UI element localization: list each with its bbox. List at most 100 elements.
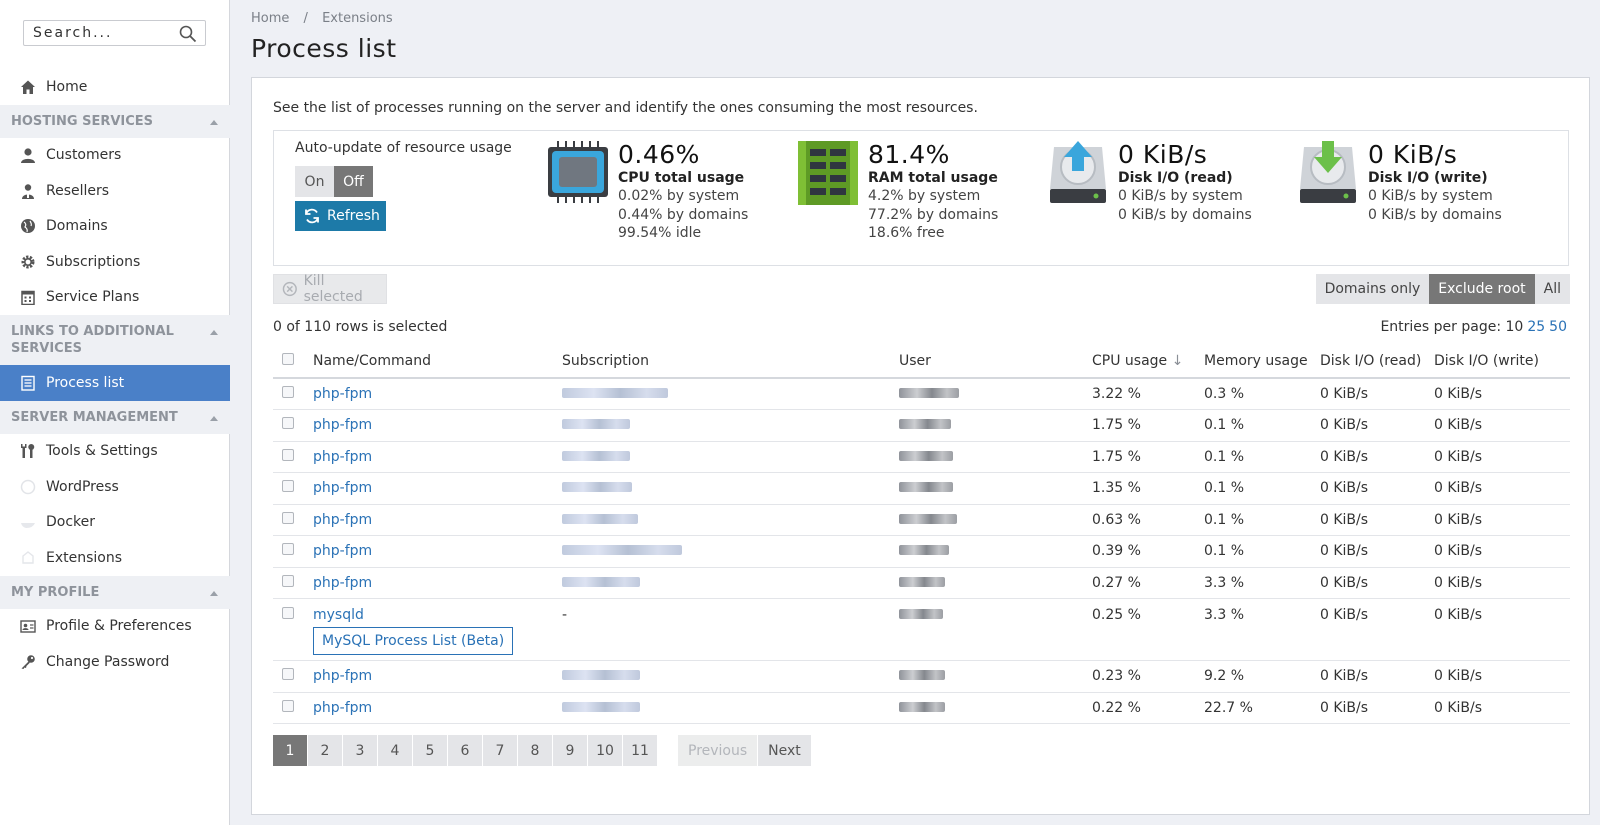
memory-usage: 0.1 %: [1204, 504, 1320, 536]
list-icon: [19, 374, 37, 392]
sidebar-item-profile-preferences[interactable]: Profile & Preferences: [0, 609, 230, 645]
sidebar-item-label: Service Plans: [46, 289, 140, 306]
cpu-value: 0.46%: [618, 140, 700, 169]
cpu-usage: 0.39 %: [1092, 535, 1204, 568]
process-name-link[interactable]: php-fpm: [313, 543, 372, 559]
process-name-link[interactable]: php-fpm: [313, 512, 372, 528]
filter-exclude-root[interactable]: Exclude root: [1429, 274, 1535, 304]
column-disk-read[interactable]: Disk I/O (read): [1320, 344, 1434, 379]
cpu-usage: 0.22 %: [1092, 692, 1204, 724]
sidebar-item-label: Subscriptions: [46, 253, 141, 270]
filter-domains-only[interactable]: Domains only: [1315, 274, 1430, 304]
process-name-link[interactable]: php-fpm: [313, 449, 372, 465]
column-name[interactable]: Name/Command: [313, 344, 562, 379]
table-row: php-fpm 0.39 % 0.1 % 0 KiB/s 0 KiB/s: [273, 535, 1570, 568]
sidebar-item-domains[interactable]: Domains: [0, 209, 230, 245]
collapse-icon[interactable]: [210, 590, 218, 596]
page-button-1[interactable]: 1: [273, 735, 307, 766]
select-all-checkbox[interactable]: [282, 352, 294, 365]
mysql-process-list-button[interactable]: MySQL Process List (Beta): [313, 627, 514, 655]
page-button-5[interactable]: 5: [413, 735, 447, 766]
cpu-system: 0.02% by system: [618, 188, 740, 204]
sidebar-item-home[interactable]: Home: [0, 69, 230, 105]
process-name-link[interactable]: mysqld: [313, 607, 364, 623]
column-memory[interactable]: Memory usage: [1204, 344, 1320, 379]
row-checkbox[interactable]: [282, 417, 294, 430]
sidebar-item-docker[interactable]: Docker: [0, 505, 230, 541]
filter-all[interactable]: All: [1534, 274, 1570, 304]
next-button[interactable]: Next: [758, 735, 811, 766]
row-checkbox[interactable]: [282, 448, 294, 461]
sidebar-item-wordpress[interactable]: WordPress: [0, 469, 230, 505]
toggle-on-button[interactable]: On: [295, 166, 334, 197]
memory-usage: 0.1 %: [1204, 441, 1320, 473]
redacted-user: [899, 482, 953, 493]
collapse-icon[interactable]: [210, 119, 218, 125]
row-checkbox[interactable]: [282, 543, 294, 556]
column-subscription[interactable]: Subscription: [562, 344, 899, 379]
sidebar-item-process-list[interactable]: Process list: [0, 365, 230, 401]
sidebar-item-customers[interactable]: Customers: [0, 138, 230, 174]
process-name-link[interactable]: php-fpm: [313, 668, 372, 684]
toggle-off-button[interactable]: Off: [334, 166, 373, 197]
row-checkbox[interactable]: [282, 574, 294, 587]
column-cpu[interactable]: CPU usage ↓: [1092, 344, 1204, 379]
page-button-11[interactable]: 11: [623, 735, 657, 766]
process-name-link[interactable]: php-fpm: [313, 480, 372, 496]
column-user[interactable]: User: [899, 344, 1092, 379]
entries-option-25[interactable]: 25: [1527, 319, 1545, 335]
sidebar-item-resellers[interactable]: Resellers: [0, 173, 230, 209]
sidebar-item-service-plans[interactable]: Service Plans: [0, 280, 230, 316]
disk-read: 0 KiB/s: [1320, 535, 1434, 568]
page-button-8[interactable]: 8: [518, 735, 552, 766]
refresh-button[interactable]: Refresh: [295, 201, 386, 231]
process-name-link[interactable]: php-fpm: [313, 417, 372, 433]
tools-icon: [19, 442, 37, 460]
sidebar-item-change-password[interactable]: Change Password: [0, 644, 230, 680]
row-checkbox[interactable]: [282, 480, 294, 493]
ram-icon: [798, 141, 858, 205]
section-my-profile[interactable]: MY PROFILE: [0, 575, 230, 609]
process-name-link[interactable]: php-fpm: [313, 700, 372, 716]
page-button-7[interactable]: 7: [483, 735, 517, 766]
section-hosting-services[interactable]: HOSTING SERVICES: [0, 104, 230, 138]
reseller-icon: [19, 182, 37, 200]
collapse-icon[interactable]: [210, 415, 218, 421]
collapse-icon[interactable]: [210, 330, 218, 335]
search-icon[interactable]: [179, 25, 197, 43]
page-button-4[interactable]: 4: [378, 735, 412, 766]
search-input[interactable]: [24, 21, 174, 45]
row-checkbox[interactable]: [282, 668, 294, 681]
sidebar-item-subscriptions[interactable]: Subscriptions: [0, 244, 230, 280]
globe-icon: [19, 217, 37, 235]
page-button-10[interactable]: 10: [588, 735, 622, 766]
breadcrumb-extensions[interactable]: Extensions: [322, 11, 393, 26]
page-button-6[interactable]: 6: [448, 735, 482, 766]
docker-icon: [19, 513, 37, 531]
row-checkbox[interactable]: [282, 607, 294, 619]
section-links[interactable]: LINKS TO ADDITIONAL SERVICES: [0, 315, 230, 365]
page-button-2[interactable]: 2: [308, 735, 342, 766]
redacted-user: [899, 701, 945, 712]
entries-current: 10: [1505, 319, 1524, 335]
row-checkbox[interactable]: [282, 511, 294, 524]
page-button-3[interactable]: 3: [343, 735, 377, 766]
row-checkbox[interactable]: [282, 386, 294, 398]
process-name-link[interactable]: php-fpm: [313, 386, 372, 402]
section-server-management[interactable]: SERVER MANAGEMENT: [0, 400, 230, 434]
process-name-link[interactable]: php-fpm: [313, 575, 372, 591]
sidebar-item-extensions[interactable]: Extensions: [0, 540, 230, 576]
kill-selected-button[interactable]: Kill selected: [273, 273, 387, 305]
gear-icon: [19, 253, 37, 271]
row-checkbox[interactable]: [282, 699, 294, 712]
column-disk-write[interactable]: Disk I/O (write): [1434, 344, 1570, 379]
ram-domains: 77.2% by domains: [868, 206, 999, 223]
previous-button[interactable]: Previous: [678, 735, 758, 766]
disk-read-value: 0 KiB/s: [1118, 140, 1208, 169]
search-box[interactable]: [23, 20, 206, 46]
entries-option-50[interactable]: 50: [1549, 319, 1567, 335]
page-button-9[interactable]: 9: [553, 735, 587, 766]
disk-write: 0 KiB/s: [1434, 378, 1570, 410]
breadcrumb-home[interactable]: Home: [251, 11, 289, 26]
sidebar-item-tools-settings[interactable]: Tools & Settings: [0, 434, 230, 470]
